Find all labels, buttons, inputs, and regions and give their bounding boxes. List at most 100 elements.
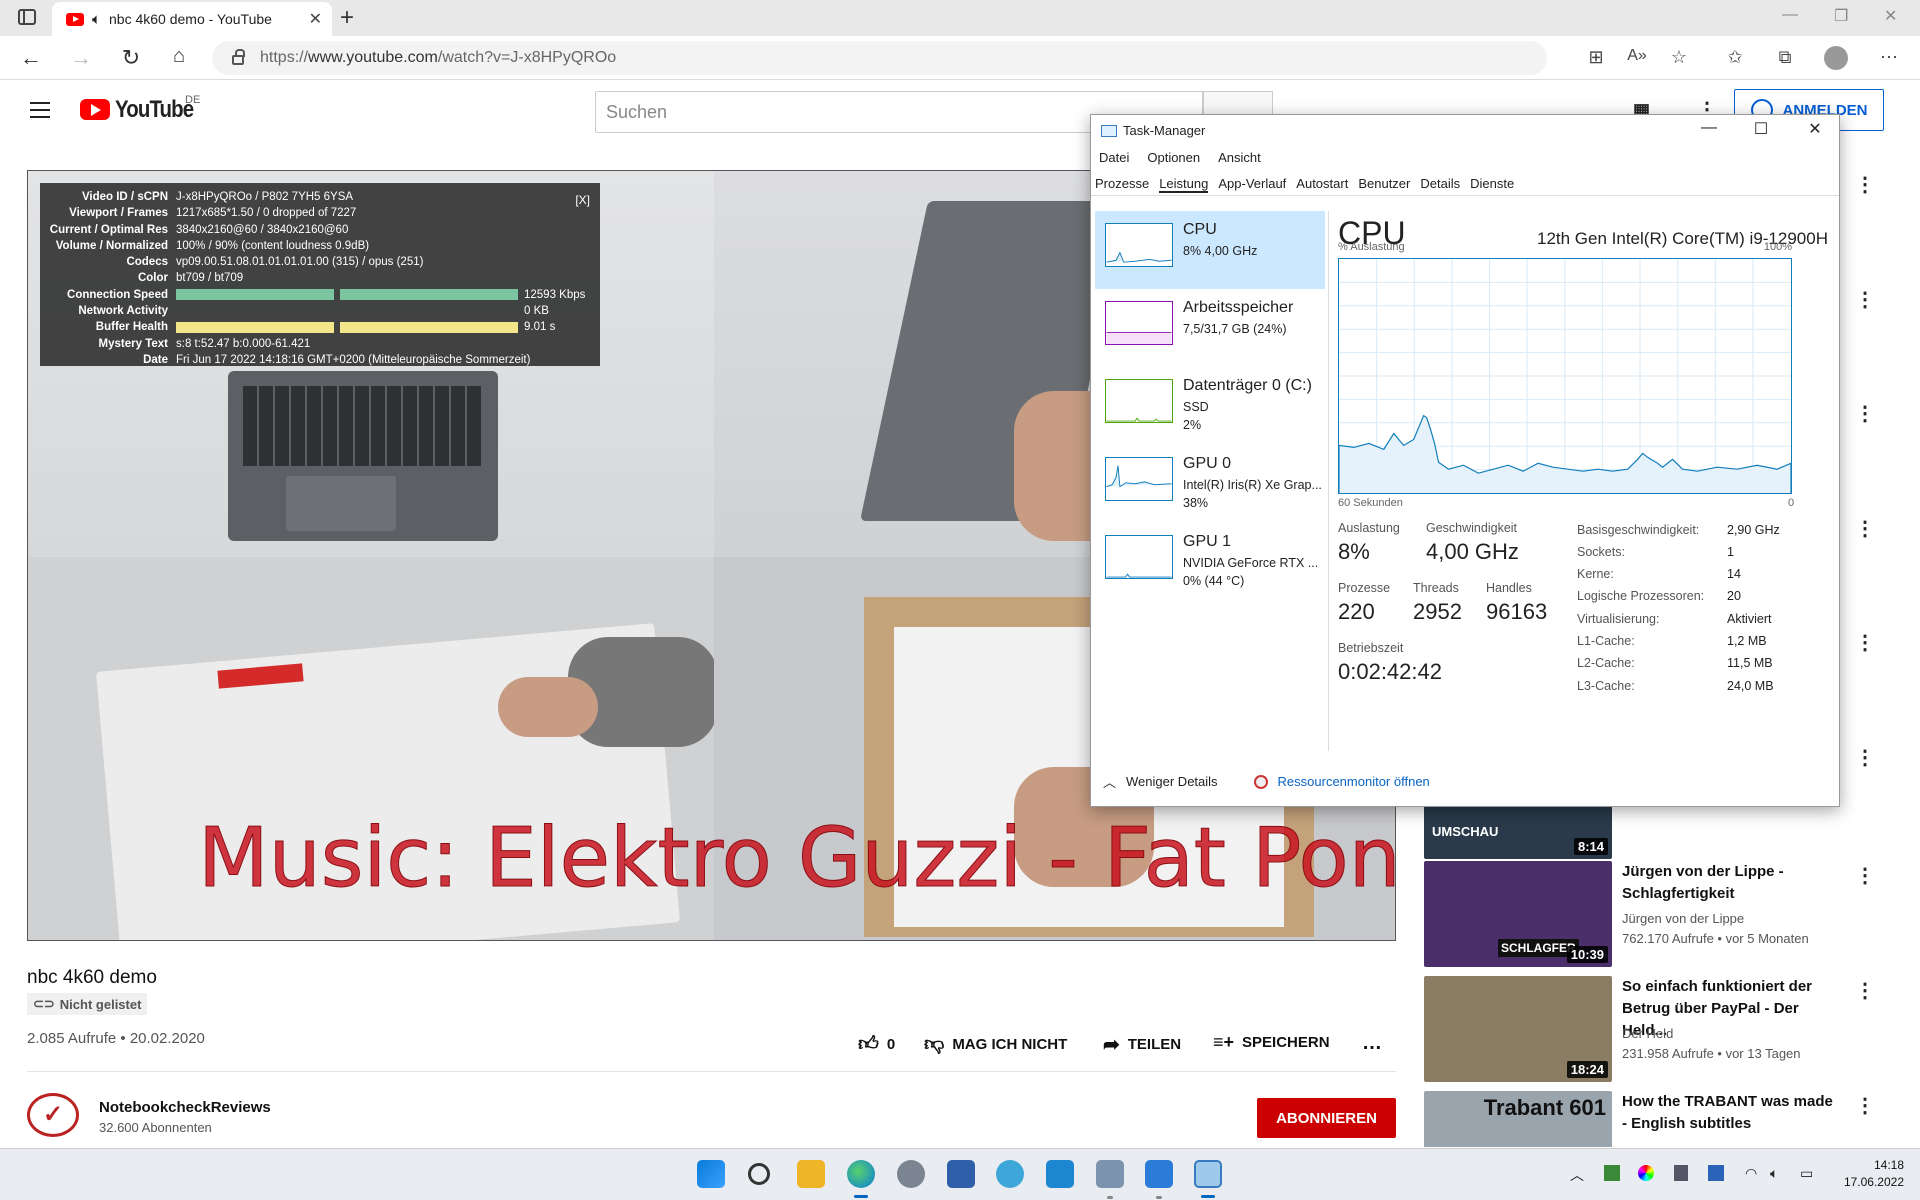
lock-icon[interactable] bbox=[232, 49, 245, 65]
sidebar-more-icon[interactable]: ⋮ bbox=[1855, 404, 1875, 424]
resource-item-cpu[interactable]: CPU 8% 4,00 GHz bbox=[1095, 211, 1325, 289]
app-available-icon[interactable]: ⊞ bbox=[1584, 47, 1608, 68]
speaker-icon[interactable]: 🔈︎ bbox=[92, 11, 101, 28]
share-button[interactable]: ➦ TEILEN bbox=[1103, 1032, 1181, 1057]
close-window-icon[interactable]: ✕ bbox=[1884, 6, 1897, 26]
sidebar-more-icon[interactable]: ⋮ bbox=[1855, 1096, 1875, 1116]
resource-item-gpu1[interactable]: GPU 1 NVIDIA GeForce RTX ... 0% (44 °C) bbox=[1095, 523, 1325, 601]
menu-file[interactable]: Datei bbox=[1099, 150, 1129, 165]
youtube-logo-text[interactable]: YouTube bbox=[115, 96, 194, 124]
close-tab-icon[interactable]: ✕ bbox=[309, 9, 322, 29]
security-tray-icon[interactable] bbox=[1708, 1165, 1724, 1181]
resource-item-memory[interactable]: Arbeitsspeicher 7,5/31,7 GB (24%) bbox=[1095, 289, 1325, 367]
volume-icon[interactable]: 🔈︎ bbox=[1770, 1165, 1778, 1182]
spec-value: 11,5 MB bbox=[1727, 656, 1773, 670]
recommendation-item[interactable]: Trabant 601 How the TRABANT was made - E… bbox=[1424, 1091, 1844, 1147]
tab-startup[interactable]: Autostart bbox=[1296, 176, 1348, 193]
recommendation-item[interactable]: 18:24 So einfach funktioniert der Betrug… bbox=[1424, 976, 1844, 1082]
like-button[interactable]: 👍︎ 0 bbox=[858, 1032, 895, 1056]
like-count: 0 bbox=[886, 1035, 896, 1053]
url-bar[interactable]: https:// www.youtube.com /watch?v=J-x8HP… bbox=[212, 41, 1547, 75]
resource-item-gpu0[interactable]: GPU 0 Intel(R) Iris(R) Xe Grap... 38% bbox=[1095, 445, 1325, 523]
subscribe-button[interactable]: ABONNIEREN bbox=[1257, 1098, 1396, 1138]
fewer-details-button[interactable]: Weniger Details bbox=[1126, 774, 1218, 789]
tab-details[interactable]: Details bbox=[1420, 176, 1460, 193]
system-clock[interactable]: 14:18 17.06.2022 bbox=[1834, 1157, 1904, 1191]
dislike-button[interactable]: 👎︎ MAG ICH NICHT bbox=[924, 1032, 1067, 1056]
back-icon[interactable]: ← bbox=[18, 45, 44, 71]
start-icon[interactable] bbox=[697, 1160, 725, 1188]
edge-icon[interactable] bbox=[847, 1160, 875, 1188]
tab-performance[interactable]: Leistung bbox=[1159, 176, 1209, 193]
channel-avatar[interactable] bbox=[27, 1093, 79, 1137]
forward-icon[interactable]: → bbox=[68, 45, 94, 71]
battery-icon[interactable]: ▭ bbox=[1800, 1165, 1813, 1182]
sidebar-more-icon[interactable]: ⋮ bbox=[1855, 175, 1875, 195]
tab-services[interactable]: Dienste bbox=[1470, 176, 1514, 193]
wifi-icon[interactable]: ◠ bbox=[1745, 1165, 1757, 1182]
stats-value: s:8 t:52.47 b:0.000-61.421 bbox=[176, 337, 311, 350]
settings-dots-icon[interactable]: ⋮ bbox=[1697, 100, 1717, 120]
home-icon[interactable]: ⌂ bbox=[166, 45, 192, 68]
tab-app-history[interactable]: App-Verlauf bbox=[1218, 176, 1286, 193]
new-tab-button[interactable]: + bbox=[332, 4, 362, 32]
recommendation-title[interactable]: Jürgen von der Lippe - Schlagfertigkeit bbox=[1622, 861, 1842, 905]
youtube-logo-icon[interactable] bbox=[80, 99, 110, 120]
sidebar-more-icon[interactable]: ⋮ bbox=[1855, 748, 1875, 768]
minimize-icon[interactable]: — bbox=[1782, 6, 1798, 24]
settings-icon[interactable] bbox=[897, 1160, 925, 1188]
add-favorite-icon[interactable]: ☆ bbox=[1667, 47, 1691, 68]
menu-view[interactable]: Ansicht bbox=[1218, 150, 1261, 165]
tm-close-icon[interactable]: ✕ bbox=[1800, 119, 1830, 139]
video-thumbnail[interactable]: Trabant 601 bbox=[1424, 1091, 1612, 1147]
search-icon[interactable] bbox=[748, 1163, 770, 1185]
profile-avatar[interactable] bbox=[1824, 46, 1848, 70]
favorites-icon[interactable]: ✩ bbox=[1723, 47, 1747, 68]
browser-tab[interactable]: 🔈︎ nbc 4k60 demo - YouTube ✕ bbox=[52, 2, 332, 36]
recommendation-title[interactable]: How the TRABANT was made - English subti… bbox=[1622, 1091, 1842, 1135]
tab-processes[interactable]: Prozesse bbox=[1095, 176, 1149, 193]
network-app-icon[interactable] bbox=[996, 1160, 1024, 1188]
calculator-icon[interactable] bbox=[947, 1160, 975, 1188]
tab-users[interactable]: Benutzer bbox=[1358, 176, 1410, 193]
tools-icon[interactable] bbox=[1096, 1160, 1124, 1188]
sidebar-more-icon[interactable]: ⋮ bbox=[1855, 981, 1875, 1001]
sidebar-more-icon[interactable]: ⋮ bbox=[1855, 866, 1875, 886]
recommendation-channel[interactable]: Der Held bbox=[1622, 1026, 1673, 1041]
sidebar-more-icon[interactable]: ⋮ bbox=[1855, 519, 1875, 539]
save-button[interactable]: ≡+ SPEICHERN bbox=[1213, 1032, 1330, 1053]
menu-options[interactable]: Optionen bbox=[1147, 150, 1200, 165]
stats-close-button[interactable]: [X] bbox=[575, 193, 590, 207]
chevron-up-icon[interactable]: ︿ bbox=[1103, 772, 1116, 791]
storage-tray-icon[interactable] bbox=[1674, 1165, 1688, 1181]
read-aloud-icon[interactable]: A» bbox=[1625, 47, 1649, 65]
reload-icon[interactable]: ↻ bbox=[118, 45, 144, 71]
threads-value: 2952 bbox=[1413, 599, 1462, 624]
tm-minimize-icon[interactable]: — bbox=[1694, 119, 1724, 137]
recommendation-channel[interactable]: Jürgen von der Lippe bbox=[1622, 911, 1744, 926]
video-thumbnail[interactable]: 18:24 bbox=[1424, 976, 1612, 1082]
more-menu-icon[interactable]: ⋯ bbox=[1877, 47, 1901, 68]
more-actions-button[interactable]: … bbox=[1362, 1032, 1382, 1055]
color-tray-icon[interactable] bbox=[1638, 1165, 1654, 1181]
collections-icon[interactable]: ⧉ bbox=[1773, 47, 1797, 68]
recommendation-item[interactable]: SCHLAGFER 10:39 Jürgen von der Lippe - S… bbox=[1424, 861, 1844, 967]
video-thumbnail[interactable]: SCHLAGFER 10:39 bbox=[1424, 861, 1612, 967]
tm-maximize-icon[interactable]: ☐ bbox=[1746, 119, 1776, 139]
nvidia-tray-icon[interactable] bbox=[1604, 1165, 1620, 1181]
resource-monitor-link[interactable]: Ressourcenmonitor öffnen bbox=[1278, 774, 1430, 789]
menu-icon[interactable] bbox=[30, 102, 50, 118]
file-explorer-icon[interactable] bbox=[797, 1160, 825, 1188]
resource-item-disk[interactable]: Datenträger 0 (C:) SSD 2% bbox=[1095, 367, 1325, 445]
task-manager-taskbar-icon[interactable] bbox=[1194, 1160, 1222, 1188]
notepad-icon[interactable] bbox=[1145, 1160, 1173, 1188]
channel-name[interactable]: NotebookcheckReviews bbox=[99, 1099, 271, 1116]
sidebar-more-icon[interactable]: ⋮ bbox=[1855, 290, 1875, 310]
sidebar-more-icon[interactable]: ⋮ bbox=[1855, 633, 1875, 653]
uptime-label: Betriebszeit bbox=[1338, 641, 1404, 655]
tray-chevron-icon[interactable]: ︿ bbox=[1570, 1165, 1584, 1185]
app-icon[interactable] bbox=[1046, 1160, 1074, 1188]
maximize-icon[interactable]: ❐ bbox=[1834, 6, 1848, 26]
tab-actions-icon[interactable] bbox=[18, 9, 36, 25]
apps-icon[interactable]: ▦ bbox=[1633, 101, 1650, 119]
